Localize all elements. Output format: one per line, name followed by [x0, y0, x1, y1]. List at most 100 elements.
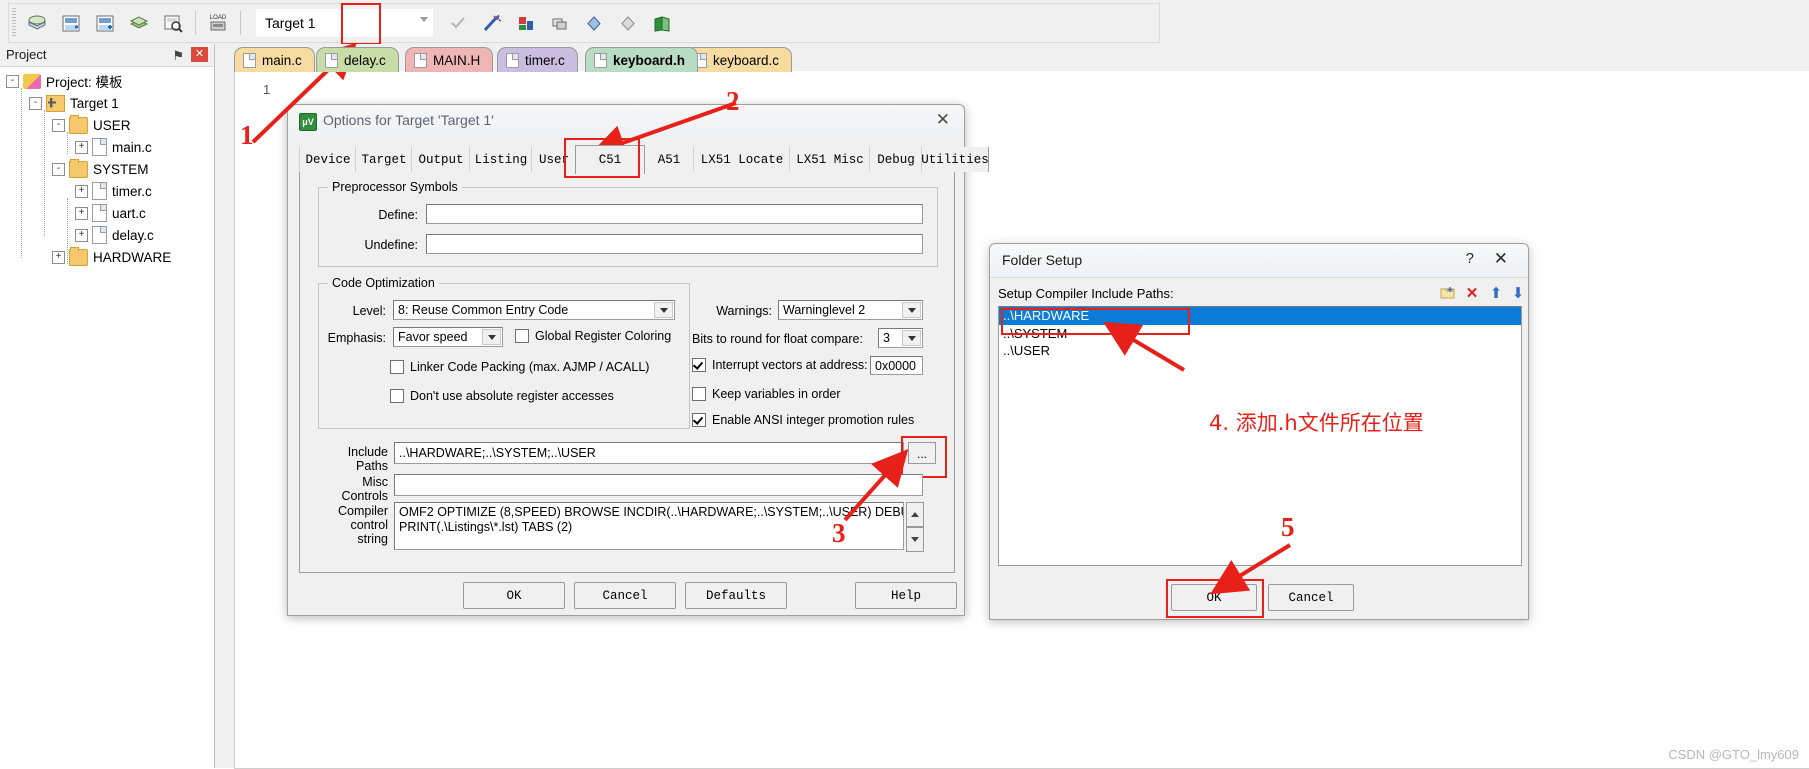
include-paths-input[interactable]: ..\HARDWARE;..\SYSTEM;..\USER — [394, 442, 904, 464]
layers-icon[interactable] — [124, 8, 154, 38]
open-file-icon[interactable] — [22, 8, 52, 38]
options-defaults-button[interactable]: Defaults — [685, 582, 787, 609]
interrupt-vectors-checkbox[interactable]: Interrupt vectors at address: — [692, 358, 868, 372]
options-help-button[interactable]: Help — [855, 582, 957, 609]
bits-to-round-value: 3 — [883, 331, 890, 345]
expander-icon[interactable]: + — [75, 140, 88, 154]
interrupt-vectors-address-input[interactable]: 0x0000 — [870, 356, 923, 375]
folder-icon — [69, 158, 88, 178]
tree-node-user[interactable]: - USER — [6, 114, 206, 136]
checkbox-label: Enable ANSI integer promotion rules — [712, 413, 915, 427]
editor-tab-main-h[interactable]: MAIN.H — [405, 47, 494, 72]
folder-setup-cancel-button[interactable]: Cancel — [1268, 584, 1354, 611]
options-dialog-body: Preprocessor Symbols Define: Undefine: C… — [299, 172, 955, 573]
expander-icon[interactable]: - — [52, 162, 65, 176]
file-icon — [594, 52, 607, 68]
emphasis-combo[interactable]: Favor speed — [393, 327, 503, 347]
misc-controls-input[interactable] — [394, 474, 923, 496]
tab-debug[interactable]: Debug — [869, 147, 923, 172]
close-icon[interactable]: ✕ — [191, 47, 208, 62]
tree-node-main-c[interactable]: + main.c — [6, 136, 206, 158]
tab-lx51-locate[interactable]: LX51 Locate — [693, 147, 791, 172]
tree-node-target-1[interactable]: - Target 1 — [6, 92, 206, 114]
keep-variables-in-order-checkbox[interactable]: Keep variables in order — [692, 387, 841, 401]
tab-label: LX51 Locate — [700, 152, 784, 167]
target-options-icon[interactable] — [511, 8, 541, 38]
editor-tab-main-c[interactable]: main.c — [234, 47, 315, 72]
move-down-icon[interactable]: ⬇ — [1508, 283, 1528, 303]
tab-label: Debug — [877, 152, 915, 167]
delete-icon[interactable]: ✕ — [1462, 283, 1482, 303]
editor-tab-delay-c[interactable]: delay.c — [316, 47, 399, 72]
toolbar-strip: LOAD Target 1 — [8, 3, 1160, 43]
global-register-coloring-checkbox[interactable]: Global Register Coloring — [515, 329, 671, 343]
chevron-down-icon[interactable] — [654, 302, 673, 318]
warnings-combo[interactable]: Warninglevel 2 — [778, 300, 923, 320]
tab-listing[interactable]: Listing — [469, 147, 533, 172]
tab-target[interactable]: Target — [355, 147, 413, 172]
editor-tab-timer-c[interactable]: timer.c — [497, 47, 578, 72]
options-cancel-button[interactable]: Cancel — [574, 582, 676, 609]
tab-lx51-misc[interactable]: LX51 Misc — [789, 147, 871, 172]
pin-icon[interactable]: ⚑ — [172, 48, 184, 64]
expander-icon[interactable]: - — [52, 118, 65, 132]
close-icon[interactable]: ✕ — [936, 111, 950, 129]
close-icon[interactable]: ✕ — [1494, 249, 1508, 269]
tree-node-delay-c[interactable]: + delay.c — [6, 224, 206, 246]
editor-tab-keyboard-h[interactable]: keyboard.h — [585, 47, 699, 72]
magic-wand-icon[interactable] — [477, 8, 507, 38]
c-file-icon — [92, 182, 107, 200]
move-up-icon[interactable]: ⬆ — [1486, 283, 1506, 303]
expander-icon[interactable]: - — [6, 74, 19, 88]
linker-code-packing-checkbox[interactable]: Linker Code Packing (max. AJMP / ACALL) — [390, 360, 649, 374]
tree-node-label: timer.c — [112, 183, 152, 199]
check-icon[interactable] — [443, 8, 473, 38]
options-ok-button[interactable]: OK — [463, 582, 565, 609]
include-paths-list[interactable]: ..\HARDWARE ..\SYSTEM ..\USER 4. 添加.h文件所… — [998, 306, 1522, 566]
include-paths-label-line2: Paths — [356, 459, 388, 473]
optimization-level-combo[interactable]: 8: Reuse Common Entry Code — [393, 300, 675, 320]
tree-node-timer-c[interactable]: + timer.c — [6, 180, 206, 202]
toolbar-gripper[interactable] — [12, 8, 16, 38]
help-icon[interactable]: ? — [1466, 250, 1474, 267]
options-dialog-titlebar[interactable]: μV Options for Target 'Target 1' ✕ — [288, 105, 964, 137]
new-folder-icon[interactable] — [1438, 283, 1458, 303]
tab-utilities[interactable]: Utilities — [921, 147, 989, 172]
tree-node-label: Target 1 — [70, 95, 119, 111]
enable-ansi-promotion-checkbox[interactable]: Enable ANSI integer promotion rules — [692, 413, 914, 427]
expander-icon[interactable]: + — [52, 250, 65, 264]
compiler-control-string-textarea[interactable]: OMF2 OPTIMIZE (8,SPEED) BROWSE INCDIR(..… — [394, 502, 904, 550]
manage-components-icon[interactable] — [545, 8, 575, 38]
load-icon[interactable]: LOAD — [203, 8, 233, 38]
tree-node-hardware[interactable]: + HARDWARE — [6, 246, 206, 268]
grey-diamond-icon[interactable] — [613, 8, 643, 38]
tab-a51[interactable]: A51 — [643, 147, 695, 172]
editor-tab-keyboard-c[interactable]: keyboard.c — [685, 47, 793, 72]
tab-output[interactable]: Output — [411, 147, 471, 172]
find-in-files-icon[interactable] — [158, 8, 188, 38]
folder-setup-titlebar[interactable]: Folder Setup ? ✕ — [990, 244, 1528, 277]
tab-device[interactable]: Device — [299, 147, 357, 172]
save-icon[interactable] — [56, 8, 86, 38]
tree-node-project[interactable]: - Project: 模板 — [6, 70, 206, 92]
bits-to-round-combo[interactable]: 3 — [878, 328, 923, 348]
scroll-down-button[interactable] — [906, 527, 924, 552]
scroll-up-button[interactable] — [906, 502, 924, 527]
books-icon[interactable] — [647, 8, 677, 38]
save-all-icon[interactable] — [90, 8, 120, 38]
chevron-down-icon[interactable] — [902, 330, 921, 346]
undefine-input[interactable] — [426, 234, 923, 254]
blue-diamond-icon[interactable] — [579, 8, 609, 38]
expander-icon[interactable]: + — [75, 228, 88, 242]
tree-node-uart-c[interactable]: + uart.c — [6, 202, 206, 224]
tab-label: Target — [361, 152, 407, 167]
define-input[interactable] — [426, 204, 923, 224]
chevron-down-icon[interactable] — [482, 329, 501, 345]
dont-use-absolute-register-checkbox[interactable]: Don't use absolute register accesses — [390, 389, 614, 403]
tree-node-system[interactable]: - SYSTEM — [6, 158, 206, 180]
expander-icon[interactable]: + — [75, 206, 88, 220]
expander-icon[interactable]: - — [29, 96, 42, 110]
expander-icon[interactable]: + — [75, 184, 88, 198]
chevron-down-icon[interactable] — [902, 302, 921, 318]
list-item[interactable]: ..\USER — [999, 342, 1521, 359]
